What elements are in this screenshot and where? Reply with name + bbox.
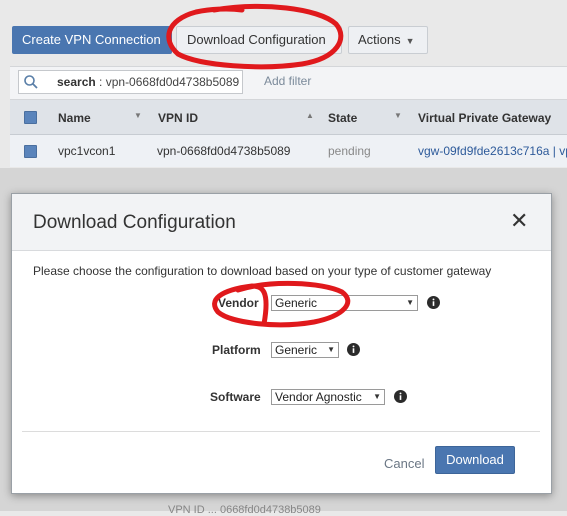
column-virtual-private-gateway[interactable]: Virtual Private Gateway — [418, 111, 551, 125]
info-icon[interactable] — [394, 390, 407, 403]
row-vpn-id: vpn-0668fd0d4738b5089 — [157, 144, 291, 158]
sort-icon[interactable]: ▼ — [394, 111, 402, 120]
vendor-label: Vendor — [218, 296, 259, 310]
dialog-instruction: Please choose the configuration to downl… — [33, 264, 492, 278]
row-name: vpc1vcon1 — [58, 144, 116, 158]
sort-icon[interactable]: ▼ — [134, 111, 142, 120]
info-icon[interactable] — [427, 296, 440, 309]
platform-select-value: Generic — [275, 343, 318, 357]
chevron-down-icon: ▼ — [406, 298, 414, 307]
select-all-checkbox[interactable] — [24, 111, 37, 124]
search-value: : vpn-0668fd0d4738b5089 — [99, 75, 240, 89]
chevron-down-icon: ▼ — [327, 345, 335, 354]
platform-label: Platform — [212, 343, 261, 357]
download-configuration-label: Download Configuration — [187, 32, 326, 47]
actions-label: Actions — [358, 32, 401, 47]
download-configuration-button[interactable]: Download Configuration — [176, 26, 342, 54]
download-button[interactable]: Download — [435, 446, 515, 474]
chevron-down-icon: ▼ — [405, 36, 415, 46]
vendor-select[interactable]: Generic ▼ — [271, 295, 418, 311]
search-input[interactable]: search : vpn-0668fd0d4738b5089 — [18, 70, 243, 94]
search-token: search : vpn-0668fd0d4738b5089 — [57, 71, 239, 93]
sort-icon[interactable]: ▲ — [306, 111, 314, 120]
dialog-title: Download Configuration — [33, 212, 236, 233]
row-vpg-link[interactable]: vgw-09fd9fde2613c716a | vp — [418, 144, 567, 158]
create-vpn-connection-button[interactable]: Create VPN Connection — [12, 26, 172, 54]
row-checkbox[interactable] — [24, 145, 37, 158]
search-icon — [23, 74, 39, 90]
search-key: search — [57, 75, 96, 89]
column-name[interactable]: Name — [58, 111, 91, 125]
add-filter-link[interactable]: Add filter — [264, 74, 311, 88]
platform-select[interactable]: Generic ▼ — [271, 342, 339, 358]
column-vpn-id[interactable]: VPN ID — [158, 111, 198, 125]
software-select-value: Vendor Agnostic — [275, 390, 362, 404]
chevron-down-icon: ▼ — [373, 392, 381, 401]
dialog-header: Download Configuration ✕ — [12, 194, 551, 251]
software-label: Software — [210, 390, 261, 404]
info-icon[interactable] — [347, 343, 360, 356]
download-configuration-dialog: Download Configuration ✕ Please choose t… — [11, 193, 552, 494]
table-row[interactable]: vpc1vcon1 vpn-0668fd0d4738b5089 pending … — [10, 135, 567, 167]
filter-bar: search : vpn-0668fd0d4738b5089 Add filte… — [10, 66, 567, 100]
row-state: pending — [328, 144, 371, 158]
vendor-select-value: Generic — [275, 296, 318, 310]
dialog-divider — [22, 431, 540, 432]
actions-button[interactable]: Actions ▼ — [348, 26, 428, 54]
software-select[interactable]: Vendor Agnostic ▼ — [271, 389, 385, 405]
table-header: Name ▼ VPN ID ▲ State ▼ Virtual Private … — [10, 100, 567, 135]
close-icon[interactable]: ✕ — [510, 210, 528, 232]
cancel-button[interactable]: Cancel — [384, 456, 424, 471]
column-state[interactable]: State — [328, 111, 357, 125]
